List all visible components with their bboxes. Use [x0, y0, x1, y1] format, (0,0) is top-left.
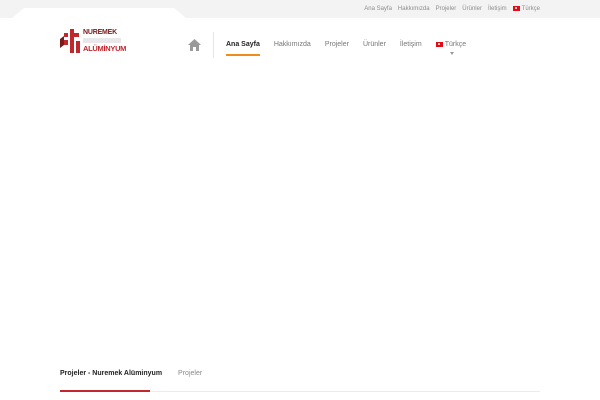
nav-item-products[interactable]: Ürünler — [363, 34, 386, 56]
chevron-down-icon — [449, 52, 454, 55]
nav-language-label: Türkçe — [444, 41, 467, 48]
top-link-contact[interactable]: İletişim — [488, 6, 507, 12]
top-language-label: Türkçe — [521, 6, 540, 13]
turkey-flag-icon — [512, 5, 520, 11]
top-language-switch[interactable]: Türkçe — [512, 5, 540, 13]
active-tab-underline — [60, 390, 150, 392]
tab-projects[interactable]: Projeler — [178, 370, 202, 377]
logo[interactable]: NUREMEK ALÜMİNYUM — [60, 27, 126, 57]
top-links: Ana Sayfa Hakkımızda Projeler Ürünler İl… — [364, 4, 540, 14]
top-link-projects[interactable]: Projeler — [436, 6, 457, 12]
logo-band — [83, 38, 121, 43]
top-link-about[interactable]: Hakkımızda — [398, 6, 430, 12]
home-icon[interactable] — [188, 39, 201, 51]
nav-divider — [213, 32, 214, 58]
tab-projects-nuremek[interactable]: Projeler - Nuremek Alüminyum — [60, 370, 162, 377]
logo-text-bottom: ALÜMİNYUM — [83, 44, 127, 53]
logo-text-top: NUREMEK — [83, 29, 117, 36]
logo-mark-icon — [60, 29, 80, 53]
nav-item-projects[interactable]: Projeler — [325, 34, 349, 56]
bottom-tabs: Projeler - Nuremek Alüminyum Projeler — [60, 366, 218, 380]
nav-item-about[interactable]: Hakkımızda — [274, 34, 311, 56]
top-link-home[interactable]: Ana Sayfa — [364, 6, 392, 12]
top-link-products[interactable]: Ürünler — [462, 6, 482, 12]
nav-language-dropdown[interactable]: Türkçe — [435, 34, 467, 56]
nav-item-contact[interactable]: İletişim — [400, 34, 422, 56]
turkey-flag-icon — [435, 41, 443, 47]
main-nav: Ana Sayfa Hakkımızda Projeler Ürünler İl… — [188, 32, 467, 58]
nav-item-home[interactable]: Ana Sayfa — [226, 34, 260, 56]
